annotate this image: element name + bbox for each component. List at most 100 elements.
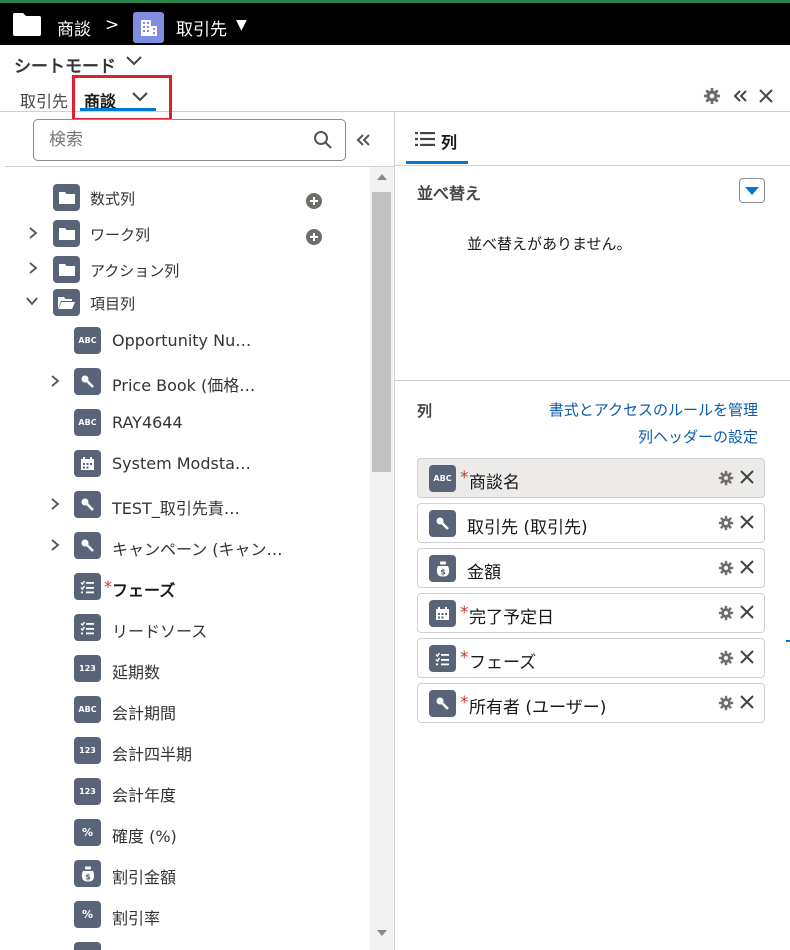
scrollbar[interactable] [370, 167, 393, 950]
scroll-down-arrow[interactable] [377, 930, 387, 936]
sort-dropdown-button[interactable] [739, 178, 765, 203]
divider [395, 380, 790, 381]
search-icon[interactable] [313, 130, 333, 150]
breadcrumb-account[interactable]: 取引先 [176, 15, 227, 40]
column-item-label: フェーズ [469, 653, 537, 673]
column-item[interactable]: * フェーズ [417, 638, 765, 678]
field-label: 確度 (%) [112, 827, 177, 846]
manage-format-access-rules-link[interactable]: 書式とアクセスのルールを管理 [549, 399, 758, 420]
field-label: System Modsta… [112, 454, 251, 473]
double-chevron-left-icon[interactable] [731, 87, 749, 105]
breadcrumb-separator: > [105, 15, 120, 35]
required-marker: * [460, 648, 469, 668]
calendar-icon [74, 450, 101, 477]
number-icon: 123 [74, 737, 101, 764]
text-icon: ABC [74, 327, 101, 354]
tab-account[interactable]: 取引先 [20, 88, 68, 112]
folder-open-icon [53, 289, 80, 316]
close-icon[interactable] [739, 559, 755, 575]
close-icon[interactable] [739, 694, 755, 710]
column-item[interactable]: * 所有者 (ユーザー) [417, 683, 765, 723]
number-icon: 123 [74, 778, 101, 805]
divider [5, 166, 394, 167]
close-icon[interactable] [739, 604, 755, 620]
gear-icon[interactable] [718, 650, 734, 666]
folder-icon [53, 256, 80, 283]
lookup-icon [74, 532, 101, 559]
close-icon[interactable] [739, 649, 755, 665]
top-bar: 商談 > 取引先 ▼ [0, 0, 790, 45]
text-icon: ABC [74, 409, 101, 436]
lookup-icon [74, 368, 101, 395]
close-icon[interactable] [739, 514, 755, 530]
divider [395, 165, 790, 166]
gear-icon[interactable] [718, 605, 734, 621]
chevron-down-icon[interactable] [124, 52, 144, 70]
text-icon: ABC [429, 465, 456, 492]
column-item[interactable]: * 完了予定日 [417, 593, 765, 633]
gear-icon[interactable] [718, 695, 734, 711]
add-circle-icon[interactable] [306, 229, 322, 245]
column-item[interactable]: ABC * 商談名 [417, 458, 765, 498]
percent-icon: % [74, 901, 101, 928]
currency-icon: $ [429, 555, 456, 582]
search-input[interactable] [49, 129, 289, 151]
gear-icon[interactable] [718, 515, 734, 531]
tab-columns[interactable]: 列 [441, 129, 457, 153]
chevron-right-icon[interactable] [26, 261, 40, 275]
field-label: 会計年度 [112, 786, 177, 805]
close-icon[interactable] [757, 87, 775, 105]
scroll-thumb[interactable] [372, 192, 391, 472]
column-item-label: 所有者 (ユーザー) [469, 698, 607, 718]
field-label: キャンペーン (キャン… [112, 540, 283, 559]
tree-folder-label: 項目列 [90, 295, 136, 313]
scroll-up-arrow[interactable] [377, 174, 387, 180]
double-chevron-left-icon[interactable] [354, 131, 372, 149]
caret-down-icon [745, 187, 759, 195]
currency-icon: $ [74, 860, 101, 887]
gear-icon[interactable] [718, 470, 734, 486]
sheet-mode-label[interactable]: シートモード [14, 52, 116, 77]
partially-visible-field-icon [74, 942, 101, 950]
add-circle-icon[interactable] [306, 193, 322, 209]
svg-text:$: $ [85, 872, 91, 881]
gear-icon[interactable] [703, 87, 721, 105]
field-label: 割引率 [112, 909, 161, 928]
required-marker: * [460, 693, 469, 713]
lookup-icon [429, 690, 456, 717]
field-label: RAY4644 [112, 413, 183, 432]
column-item-label: 完了予定日 [469, 608, 554, 628]
folder-icon [53, 184, 80, 211]
column-header-settings-link[interactable]: 列ヘッダーの設定 [638, 426, 758, 447]
sort-section-title: 並べ替え [417, 184, 482, 203]
close-icon[interactable] [739, 469, 755, 485]
text-icon: ABC [74, 696, 101, 723]
folder-icon[interactable] [12, 12, 42, 37]
field-label: TEST_取引先責… [112, 499, 240, 518]
percent-icon: % [74, 819, 101, 846]
breadcrumb-deal[interactable]: 商談 [57, 15, 91, 40]
column-item[interactable]: $ 金額 [417, 548, 765, 588]
field-label: 延期数 [112, 663, 161, 682]
field-label: フェーズ [112, 581, 176, 600]
picklist-icon [74, 573, 101, 600]
chevron-right-icon[interactable] [48, 374, 62, 388]
field-label: 割引金額 [112, 868, 177, 887]
tree-folder-label: 数式列 [90, 190, 136, 208]
chevron-down-icon[interactable] [25, 294, 39, 308]
chevron-right-icon[interactable] [26, 226, 40, 240]
number-icon: 123 [74, 655, 101, 682]
building-icon [140, 19, 157, 36]
search-box[interactable] [33, 119, 346, 161]
required-marker: * [460, 468, 469, 488]
breadcrumb-dropdown-caret[interactable]: ▼ [236, 17, 247, 33]
field-label: Price Book (価格… [112, 376, 256, 395]
required-marker: * [460, 603, 469, 623]
field-label: 会計四半期 [112, 745, 193, 764]
sort-empty-message: 並べ替えがありません。 [467, 235, 632, 253]
chevron-right-icon[interactable] [48, 538, 62, 552]
picklist-icon [429, 645, 456, 672]
gear-icon[interactable] [718, 560, 734, 576]
chevron-right-icon[interactable] [48, 497, 62, 511]
column-item[interactable]: 取引先 (取引先) [417, 503, 765, 543]
